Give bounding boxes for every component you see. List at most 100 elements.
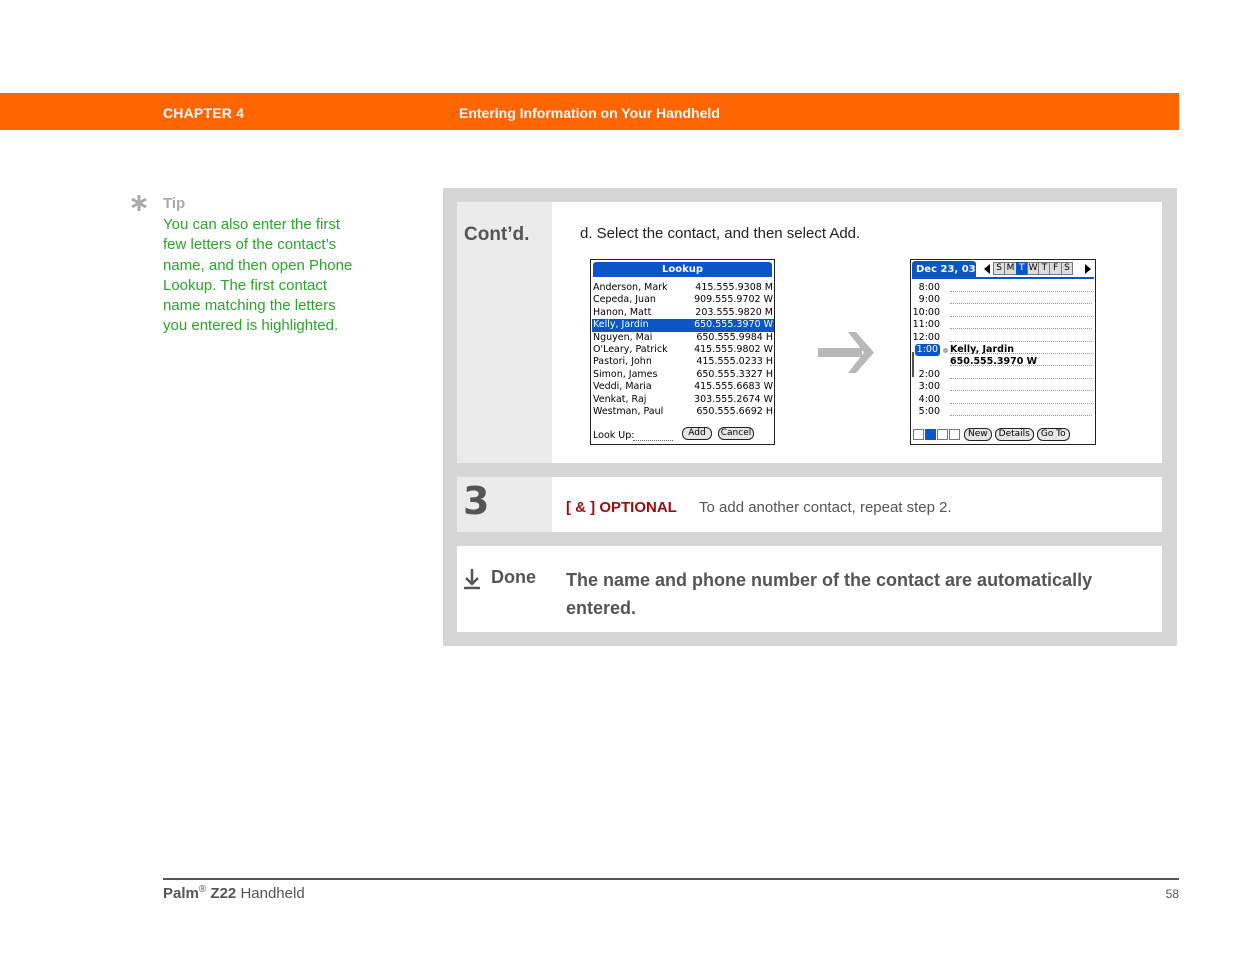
product-type: Handheld [240, 885, 305, 902]
step-row-3: 3 [ & ] OPTIONAL To add another contact,… [457, 477, 1162, 532]
contact-row[interactable]: Simon, James 650.555.3327 H [592, 369, 774, 381]
time-slot[interactable]: 5:00 [912, 406, 1094, 418]
brand-name: Palm [163, 885, 199, 902]
slot-line [950, 352, 1092, 354]
step-instruction: To add another contact, repeat step 2. [699, 499, 952, 516]
optional-tag: [ & ] OPTIONAL [566, 499, 677, 516]
calendar-header-line [912, 277, 1094, 279]
chapter-title: Entering Information on Your Handheld [459, 105, 720, 121]
contact-name: Westman, Paul [593, 405, 664, 417]
contact-name: Simon, James [593, 368, 658, 380]
month-view-icon[interactable] [949, 429, 960, 440]
time-slot[interactable]: 8:00 [912, 282, 1094, 294]
done-label: Done [491, 567, 536, 587]
event-dot-icon [943, 347, 948, 353]
day-view-icon[interactable] [913, 429, 924, 440]
time-slot[interactable]: 4:00 [912, 394, 1094, 406]
time-slot[interactable]: 10:00 [912, 307, 1094, 319]
contact-row[interactable]: Hanon, Matt 203.555.9820 M [592, 307, 774, 319]
continued-label: Cont’d. [464, 224, 530, 245]
contact-phone: 415.555.9308 M [695, 282, 773, 293]
contact-name: Nguyen, Mai [593, 331, 653, 343]
calendar-date[interactable]: Dec 23, 03 [912, 261, 976, 278]
page-number: 58 [1165, 887, 1179, 901]
model-name: Z22 [210, 885, 237, 902]
contact-row[interactable]: Anderson, Mark 415.555.9308 M [592, 282, 774, 294]
contact-row[interactable]: Cepeda, Juan 909.555.9702 W [592, 294, 774, 306]
event-text: 650.555.3970 W [950, 356, 1038, 368]
slot-time: 8:00 [918, 282, 940, 293]
contact-phone: 650.555.9984 H [696, 331, 773, 343]
lookup-screenshot: Lookup Anderson, Mark 415.555.9308 M Ceped… [590, 259, 775, 445]
slot-line [950, 315, 1092, 317]
calendar-toolbar: New Details Go To [913, 428, 1070, 441]
time-slot[interactable]: 1:00 Kelly, Jardin [912, 343, 1094, 357]
slot-line [950, 328, 1092, 330]
time-slot[interactable]: 9:00 [912, 294, 1094, 306]
add-button[interactable]: Add [682, 427, 712, 440]
time-slot[interactable]: 3:00 [912, 381, 1094, 393]
previous-week-icon[interactable] [984, 264, 990, 274]
time-slot[interactable]: 12:00 [912, 332, 1094, 344]
contact-phone: 650.555.6692 H [696, 405, 773, 417]
contact-row[interactable]: Veddi, Maria 415.555.6683 W [592, 381, 774, 393]
contact-row[interactable]: Westman, Paul 650.555.6692 H [592, 406, 774, 418]
contact-phone: 909.555.9702 W [694, 294, 773, 306]
lookup-contact-list: Anderson, Mark 415.555.9308 M Cepeda, Juan… [592, 282, 774, 418]
contact-row[interactable]: Nguyen, Mai 650.555.9984 H [592, 332, 774, 344]
event-text: Kelly, Jardin [950, 343, 1014, 355]
tip-text: You can also enter the first few letters… [163, 216, 353, 335]
details-button[interactable]: Details [994, 428, 1034, 441]
next-week-icon[interactable] [1085, 264, 1091, 274]
done-text: The name and phone number of the contact… [566, 570, 1093, 618]
asterisk-icon [131, 195, 147, 211]
week-day-selector: SMTWTFS [993, 262, 1074, 275]
time-slot[interactable]: 11:00 [912, 319, 1094, 331]
contact-row[interactable]: Kelly, Jardin 650.555.3970 W [592, 319, 774, 332]
contact-phone: 203.555.9820 M [695, 306, 773, 318]
contact-phone: 415.555.0233 H [696, 356, 773, 368]
contact-name: Veddi, Maria [593, 381, 652, 393]
contact-name: Cepeda, Juan [593, 294, 656, 306]
slot-line [950, 291, 1092, 292]
slot-line [950, 402, 1092, 404]
contact-row[interactable]: O'Leary, Patrick 415.555.9802 W [592, 344, 774, 356]
step-label-cell: 3 [457, 477, 552, 532]
contact-phone: 415.555.6683 W [694, 381, 773, 393]
tip-label: Tip [163, 195, 186, 212]
contact-name: O'Leary, Patrick [593, 343, 668, 355]
time-slot[interactable]: 650.555.3970 W [912, 356, 1094, 368]
time-slot[interactable]: 2:00 [912, 369, 1094, 381]
week-view-icon[interactable] [925, 429, 936, 440]
down-arrow-icon [464, 569, 480, 590]
slot-time: 12:00 [912, 331, 940, 343]
slot-time: 10:00 [912, 306, 940, 318]
slot-time: 1:00 [914, 343, 940, 357]
contact-phone: 650.555.3327 H [696, 368, 773, 380]
slot-line [950, 340, 1092, 342]
step-number: 3 [463, 479, 490, 523]
new-button[interactable]: New [964, 428, 992, 441]
lookup-field-label: Look Up: [593, 430, 635, 441]
slot-time: 4:00 [918, 393, 940, 405]
lookup-input[interactable] [633, 440, 673, 441]
chapter-number: CHAPTER 4 [163, 105, 245, 121]
footer-product-name: Palm® Z22 Handheld [163, 884, 305, 902]
agenda-view-icon[interactable] [937, 429, 948, 440]
footer-rule [163, 878, 1179, 880]
go-to-button[interactable]: Go To [1036, 428, 1070, 441]
contact-row[interactable]: Venkat, Raj 303.555.2674 W [592, 394, 774, 406]
contact-name: Hanon, Matt [593, 306, 652, 318]
slot-time: 9:00 [918, 294, 940, 306]
slot-time: 2:00 [918, 368, 940, 380]
day-button[interactable]: S [1060, 262, 1074, 275]
contact-row[interactable]: Pastori, John 415.555.0233 H [592, 356, 774, 368]
slot-line [950, 414, 1092, 416]
lookup-title: Lookup [593, 262, 772, 277]
registered-mark: ® [198, 884, 207, 895]
contact-phone: 303.555.2674 W [694, 393, 773, 405]
slot-time: 3:00 [918, 381, 940, 393]
calendar-time-slots: 8:00 9:00 10:00 11:00 12:00 1:00 Kelly, Jardin… [912, 282, 1094, 418]
cancel-button[interactable]: Cancel [718, 427, 754, 440]
contact-name: Venkat, Raj [593, 393, 647, 405]
